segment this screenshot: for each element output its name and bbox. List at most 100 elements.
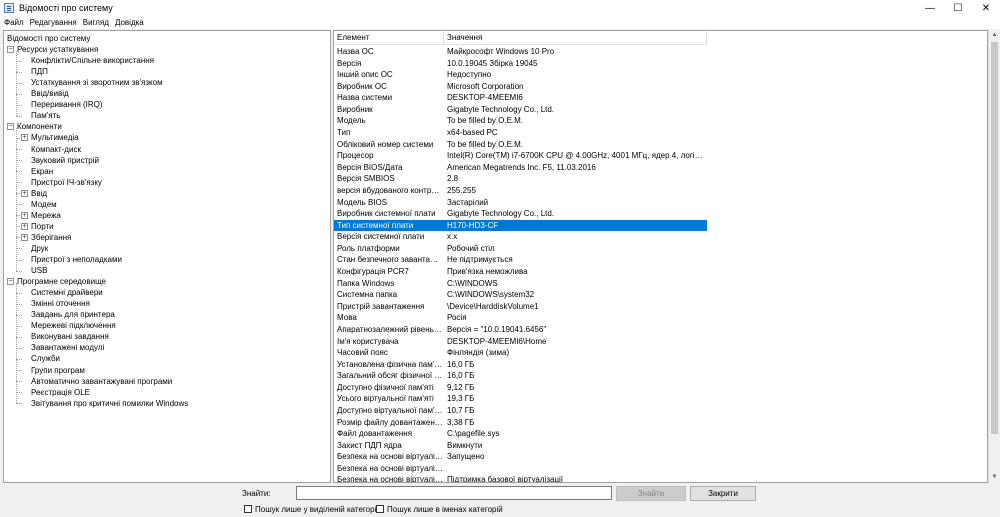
menu-file[interactable]: Файл	[4, 18, 24, 27]
menu-edit[interactable]: Редагування	[30, 18, 77, 27]
table-row[interactable]: версія вбудованого контроле... 255.255	[334, 185, 707, 197]
scroll-down-icon[interactable]: ▼	[989, 472, 1000, 483]
table-row[interactable]: Установлена фізична пам'ять (... 16,0 ГБ	[334, 359, 707, 371]
search-input[interactable]	[296, 486, 612, 500]
tree-item[interactable]: + Мультимедіа	[21, 132, 79, 143]
table-row[interactable]: Папка Windows C:\WINDOWS	[334, 278, 707, 290]
tree-item[interactable]: + Ввід	[21, 188, 47, 199]
table-row[interactable]: Назва ОС Майкрософт Windows 10 Pro	[334, 46, 707, 58]
table-row[interactable]: Версія 10.0.19045 Збірка 19045	[334, 58, 707, 70]
tree-item[interactable]: Системні драйвери	[21, 287, 103, 298]
table-row[interactable]: Пристрій завантаження \Device\HarddiskVol…	[334, 301, 707, 313]
table-row[interactable]: Версія BIOS/Дата American Megatrends Inc.…	[334, 162, 707, 174]
table-row[interactable]: Доступно фізичної пам'яті 9,12 ГБ	[334, 382, 707, 394]
tree-item[interactable]: + Мережа	[21, 210, 61, 221]
tree-item[interactable]: Екран	[21, 166, 53, 177]
table-row[interactable]: Усього віртуальної пам'яті 19,3 ГБ	[334, 393, 707, 405]
table-row[interactable]: Виробник системної плати Gigabyte Technol…	[334, 208, 707, 220]
table-row[interactable]: Файл довантаження C:\pagefile.sys	[334, 428, 707, 440]
collapse-icon[interactable]: −	[7, 278, 14, 286]
column-header-value[interactable]: Значення	[444, 31, 707, 45]
tree-root-system-summary[interactable]: Відомості про систему	[7, 33, 90, 44]
expand-icon[interactable]: +	[21, 211, 28, 219]
table-row[interactable]: Процесор Intel(R) Core(TM) i7-6700K CPU @…	[334, 150, 707, 162]
table-row[interactable]: Розмір файлу довантаження 3,38 ГБ	[334, 417, 707, 429]
scroll-up-icon[interactable]: ▲	[989, 30, 1000, 41]
tree-item[interactable]: Служби	[21, 353, 60, 364]
tree-item[interactable]: Групи програм	[21, 365, 85, 376]
tree-item[interactable]: Модем	[21, 199, 57, 210]
table-row[interactable]: Безпека на основі віртуалізаці...	[334, 463, 707, 475]
tree-item[interactable]: Мережеві підключення	[21, 320, 116, 331]
checkbox-selected-category[interactable]	[244, 505, 252, 513]
collapse-icon[interactable]: −	[7, 46, 14, 54]
menu-view[interactable]: Вигляд	[83, 18, 109, 27]
tree-item[interactable]: Виконувані завдання	[21, 331, 109, 342]
table-row[interactable]: Тип x64-based PC	[334, 127, 707, 139]
tree-item[interactable]: Конфлікти/Спільне використання	[21, 55, 154, 66]
table-row[interactable]: Безпека на основі віртуалізаці... Підтрим…	[334, 474, 707, 482]
details-list[interactable]: Елемент Значення Назва ОС Майкрософт Wind…	[333, 30, 988, 483]
menu-help[interactable]: Довідка	[115, 18, 144, 27]
table-row[interactable]: Часовий пояс Фінляндія (зима)	[334, 347, 707, 359]
expand-icon[interactable]: +	[21, 233, 28, 241]
tree-item[interactable]: Завантажені модулі	[21, 342, 104, 353]
table-row[interactable]: Тип системної плати H170-HD3-CF	[334, 219, 707, 232]
close-window-button[interactable]: ✕	[972, 0, 1000, 16]
table-row[interactable]: Загальний обсяг фізичної пам'... 16,0 ГБ	[334, 370, 707, 382]
tree-item[interactable]: Змінні оточення	[21, 298, 90, 309]
table-row[interactable]: Виробник Gigabyte Technology Co., Ltd.	[334, 104, 707, 116]
tree-item[interactable]: Пам'ять	[21, 110, 60, 121]
minimize-button[interactable]: —	[916, 0, 944, 16]
table-row[interactable]: Доступно віртуальної пам'яті 10,7 ГБ	[334, 405, 707, 417]
table-row[interactable]: Версія SMBIOS 2.8	[334, 173, 707, 185]
tree-item[interactable]: Пристрої з неполадками	[21, 254, 122, 265]
tree-item[interactable]: Звітування про критичні помилки Windows	[21, 398, 188, 409]
collapse-icon[interactable]: −	[7, 123, 14, 131]
tree-item[interactable]: Друк	[21, 243, 48, 254]
checkbox-category-names[interactable]	[376, 505, 384, 513]
maximize-button[interactable]: ☐	[944, 0, 972, 16]
table-row[interactable]: Ім'я користувача DESKTOP-4MEEMI6\Home	[334, 336, 707, 348]
tree-item[interactable]: Ввід/вивід	[21, 88, 69, 99]
close-button[interactable]: Закрити	[690, 486, 756, 501]
table-row[interactable]: Обліковий номер системи To be filled by O…	[334, 139, 707, 151]
tree-item[interactable]: + Порти	[21, 221, 54, 232]
scroll-thumb[interactable]	[991, 42, 998, 434]
tree-item[interactable]: ПДП	[21, 66, 48, 77]
details-scrollbar[interactable]: ▲ ▼	[988, 30, 999, 483]
tree-item[interactable]: Завдань для принтера	[21, 309, 115, 320]
expand-icon[interactable]: +	[21, 134, 28, 142]
table-row[interactable]: Мова Росія	[334, 312, 707, 324]
expand-icon[interactable]: +	[21, 222, 28, 230]
tree-item[interactable]: Переривання (IRQ)	[21, 99, 103, 110]
table-row[interactable]: Захист ПДП ядра Вимкнути	[334, 440, 707, 452]
table-row[interactable]: Назва системи DESKTOP-4MEEMI6	[334, 92, 707, 104]
table-row[interactable]: Безпека на основі віртуалізаці... Запущен…	[334, 451, 707, 463]
tree-item[interactable]: Автоматично завантажувані програми	[21, 376, 172, 387]
tree-item[interactable]: Реєстрація OLE	[21, 387, 90, 398]
tree-group-2[interactable]: − Програмне середовище	[7, 276, 106, 287]
tree-item[interactable]: Звуковий пристрій	[21, 155, 99, 166]
table-row[interactable]: Стан безпечного завантаження Не підтримує…	[334, 254, 707, 266]
table-row[interactable]: Модель BIOS Застарілий	[334, 197, 707, 209]
tree-item[interactable]: Устаткування зі зворотним зв'язком	[21, 77, 163, 88]
tree-item[interactable]: + Зберігання	[21, 232, 71, 243]
tree-item[interactable]: Пристрої ІЧ-зв'язку	[21, 177, 102, 188]
column-header-item[interactable]: Елемент	[334, 31, 444, 45]
table-row[interactable]: Системна папка C:\WINDOWS\system32	[334, 289, 707, 301]
tree-item[interactable]: Компакт-диск	[21, 144, 81, 155]
search-category-names-checkbox[interactable]: Пошук лише в іменах категорій	[376, 504, 503, 514]
table-row[interactable]: Виробник ОС Microsoft Corporation	[334, 81, 707, 93]
find-button[interactable]: Знайти	[616, 486, 686, 501]
tree-item[interactable]: USB	[21, 265, 47, 276]
search-selected-category-checkbox[interactable]: Пошук лише у виділеній категорії	[244, 504, 379, 514]
table-row[interactable]: Модель To be filled by O.E.M.	[334, 115, 707, 127]
table-row[interactable]: Конфігурація PCR7 Прив'язка неможлива	[334, 266, 707, 278]
tree-group-0[interactable]: − Ресурси устаткування	[7, 44, 98, 55]
table-row[interactable]: Інший опис ОС Недоступно	[334, 69, 707, 81]
table-row[interactable]: Роль платформи Робочий стіл	[334, 243, 707, 255]
expand-icon[interactable]: +	[21, 189, 28, 197]
table-row[interactable]: Версія системної плати x.x	[334, 231, 707, 243]
table-row[interactable]: Апаратнозалежний рівень (HAL) Версія = "1…	[334, 324, 707, 336]
